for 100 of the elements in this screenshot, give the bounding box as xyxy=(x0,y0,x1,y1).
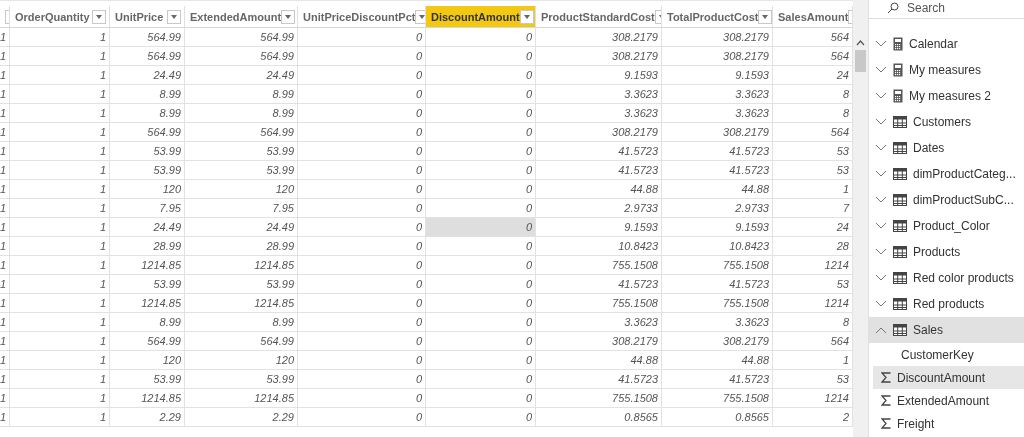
chevron-down-icon[interactable] xyxy=(875,274,887,282)
column-header[interactable]: UnitPrice xyxy=(110,6,185,28)
table-cell: 0 xyxy=(426,370,536,389)
table-list-item[interactable]: dimProductSubC... xyxy=(869,187,1024,213)
table-cell: 0 xyxy=(426,142,536,161)
column-header[interactable]: ExtendedAmount xyxy=(185,6,298,28)
column-header[interactable]: OrderQuantity xyxy=(10,6,110,28)
table-cell: 0 xyxy=(298,104,426,123)
scrollbar-drawing[interactable] xyxy=(853,0,868,437)
table-cell: 24.49 xyxy=(110,66,185,85)
table-list-item[interactable]: My measures xyxy=(869,57,1024,83)
table-list-item[interactable]: Product_Color xyxy=(869,213,1024,239)
table-cell: 0 xyxy=(426,389,536,408)
table-cell: 564.99 xyxy=(185,47,298,66)
table-cell: 10.8423 xyxy=(536,237,662,256)
chevron-down-icon[interactable] xyxy=(875,248,887,256)
table-list-item[interactable]: Customers xyxy=(869,109,1024,135)
sigma-icon xyxy=(881,395,891,406)
column-header[interactable]: SalesAmount xyxy=(773,6,853,28)
chevron-down-icon[interactable] xyxy=(875,222,887,230)
table-list-item[interactable]: Red products xyxy=(869,291,1024,317)
table-cell: 53 xyxy=(773,370,853,389)
dropdown-icon[interactable] xyxy=(415,9,425,24)
dropdown-icon[interactable] xyxy=(519,9,534,24)
column-header[interactable]: ProductStandardCost xyxy=(536,6,662,28)
table-cell: 41.5723 xyxy=(536,142,662,161)
dropdown-icon[interactable] xyxy=(167,9,181,24)
table-cell: 8.99 xyxy=(185,104,298,123)
sigma-icon xyxy=(881,372,891,383)
chevron-down-icon[interactable] xyxy=(875,40,887,48)
table-cell: 1 xyxy=(10,161,110,180)
table-cell: 1 xyxy=(10,237,110,256)
table-list-item[interactable]: Products xyxy=(869,239,1024,265)
table-cell: 44.88 xyxy=(536,351,662,370)
table-cell: 2.9733 xyxy=(536,199,662,218)
field-list-item[interactable]: Freight xyxy=(873,412,1024,435)
chevron-down-icon[interactable] xyxy=(875,196,887,204)
table-cell: 564 xyxy=(773,123,853,142)
table-cell: 1 xyxy=(10,332,110,351)
table-cell: 53 xyxy=(773,142,853,161)
table-cell: 28 xyxy=(773,237,853,256)
table-cell: 0 xyxy=(426,199,536,218)
table-cell: 1214.85 xyxy=(185,294,298,313)
table-cell: 1 xyxy=(10,275,110,294)
table-list-item[interactable]: Dates xyxy=(869,135,1024,161)
dropdown-icon[interactable] xyxy=(281,9,296,24)
field-list-item[interactable]: CustomerKey xyxy=(873,343,1024,366)
table-cell: 8 xyxy=(773,313,853,332)
table-cell: 0 xyxy=(298,142,426,161)
field-list-item[interactable]: DiscountAmount xyxy=(873,366,1024,389)
chevron-down-icon[interactable] xyxy=(875,118,887,126)
table-cell: 0 xyxy=(298,256,426,275)
dropdown-icon[interactable] xyxy=(92,9,106,24)
table-cell: 1 xyxy=(10,142,110,161)
table-cell: 0 xyxy=(426,237,536,256)
table-cell: 0 xyxy=(298,408,426,427)
table-cell: 564 xyxy=(773,332,853,351)
table-cell: 0 xyxy=(298,351,426,370)
table-cell: 3.3623 xyxy=(536,104,662,123)
table-cell: 0 xyxy=(426,313,536,332)
dropdown-icon[interactable] xyxy=(758,9,772,24)
chevron-down-icon[interactable] xyxy=(875,170,887,178)
table-cell: 1 xyxy=(10,85,110,104)
table-cell: 120 xyxy=(185,180,298,199)
table-cell: 1 xyxy=(10,123,110,142)
column-header[interactable]: TotalProductCost xyxy=(662,6,773,28)
table-cell: 41.5723 xyxy=(536,275,662,294)
table-list-item[interactable]: Sales xyxy=(869,317,1024,343)
chevron-down-icon[interactable] xyxy=(875,300,887,308)
table-list-item[interactable]: Calendar xyxy=(869,31,1024,57)
search-icon xyxy=(887,2,899,14)
table-cell: 0 xyxy=(426,256,536,275)
chevron-up-icon[interactable] xyxy=(875,326,887,334)
chevron-down-icon[interactable] xyxy=(875,92,887,100)
table-cell: 1 xyxy=(0,408,10,427)
table-cell: 308.2179 xyxy=(536,123,662,142)
chevron-down-icon[interactable] xyxy=(875,144,887,152)
table-cell: 41.5723 xyxy=(536,161,662,180)
table-cell: 41.5723 xyxy=(662,275,773,294)
table-cell: 564 xyxy=(773,47,853,66)
column-header[interactable]: UnitPriceDiscountPct xyxy=(298,6,426,28)
table-cell: 564.99 xyxy=(110,123,185,142)
table-cell: 0 xyxy=(426,294,536,313)
table-icon xyxy=(893,324,907,336)
table-cell: 8.99 xyxy=(185,85,298,104)
table-cell: 564.99 xyxy=(110,47,185,66)
table-cell: 0 xyxy=(426,408,536,427)
table-cell: 3.3623 xyxy=(662,85,773,104)
chevron-down-icon[interactable] xyxy=(875,66,887,74)
table-list-item[interactable]: Red color products xyxy=(869,265,1024,291)
table-cell: 3.3623 xyxy=(536,85,662,104)
column-header[interactable]: DiscountAmount xyxy=(426,6,536,28)
table-list-item[interactable]: My measures 2 xyxy=(869,83,1024,109)
table-cell: 1214.85 xyxy=(185,389,298,408)
field-list-item[interactable]: ExtendedAmount xyxy=(873,389,1024,412)
table-cell: 0 xyxy=(298,275,426,294)
table-cell: 0 xyxy=(426,161,536,180)
table-cell: 1 xyxy=(10,389,110,408)
table-list-item[interactable]: dimProductCateg... xyxy=(869,161,1024,187)
table-cell: 1 xyxy=(10,180,110,199)
